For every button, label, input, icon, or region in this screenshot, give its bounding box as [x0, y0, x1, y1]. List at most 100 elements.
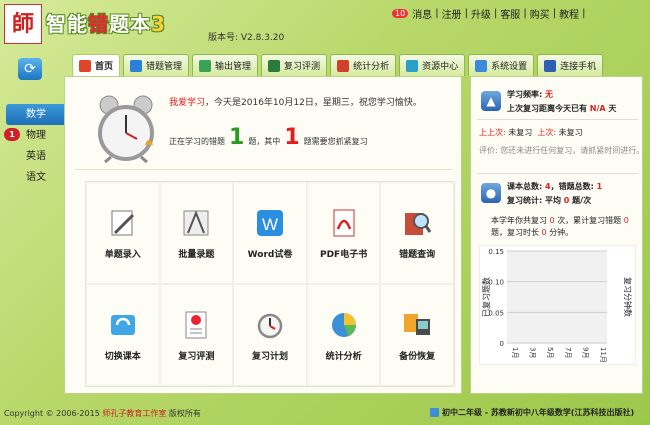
title-em: 错: [88, 12, 109, 36]
messages-link[interactable]: 消息: [412, 6, 432, 21]
subject-item[interactable]: 语文: [6, 167, 66, 188]
review-stats-line: 复习统计: 平均 0 题/次: [507, 195, 591, 206]
function-pdf[interactable]: PDF电子书: [306, 182, 381, 284]
x-tick-label: 7月: [564, 347, 572, 358]
x-tick-label: 1月: [511, 347, 519, 358]
function-pie-chart[interactable]: 统计分析: [306, 284, 381, 386]
app-title: 智能错题本3: [46, 8, 166, 37]
register-link[interactable]: 注册: [442, 6, 462, 21]
divider: [477, 173, 638, 174]
y-tick-label: 0: [500, 340, 504, 348]
wrong-total-label: 错题总数:: [558, 182, 594, 191]
upgrade-link[interactable]: 升级: [471, 6, 491, 21]
function-search-book[interactable]: 错题查询: [380, 182, 454, 284]
function-label: 复习计划: [251, 351, 288, 362]
board-icon: [268, 59, 281, 72]
x-tick-label: 5月: [546, 347, 554, 358]
review-frequency-icon: ▲: [481, 91, 501, 111]
subject-label: 物理: [26, 130, 46, 141]
function-single-entry[interactable]: 单题录入: [86, 182, 160, 284]
separator: |: [493, 8, 498, 19]
prev1-label: 上上次:: [479, 128, 506, 137]
prev2-label: 上次:: [537, 128, 557, 137]
home-icon: [79, 59, 91, 72]
subject-label: 数学: [26, 109, 46, 120]
previous-reviews: 上上次: 未复习 上次: 未复习: [479, 127, 583, 138]
switch-subject-icon[interactable]: ⟳: [18, 58, 42, 80]
average-value: 0: [563, 196, 570, 205]
buy-link[interactable]: 购买: [530, 6, 550, 21]
separator: |: [435, 8, 439, 19]
review-test-icon: [180, 309, 212, 341]
function-switch-book[interactable]: 切换课本: [86, 284, 160, 386]
switch-book-icon: [107, 309, 139, 341]
prev1-value: 未复习: [508, 128, 533, 137]
word-icon: W: [254, 207, 286, 239]
review-stats-panel: ▲ 学习频率: 无 上次复习距离今天已有 N/A 天 上上次: 未复习 上次: …: [470, 76, 644, 394]
year-summary: 本学年你共复习 0 次，累计复习错题 0 题，复习时长 0 分钟。: [491, 215, 637, 239]
subject-item[interactable]: 1 物理: [4, 125, 66, 146]
tab-board[interactable]: 复习评测: [261, 54, 328, 76]
tab-resource[interactable]: 资源中心: [399, 54, 466, 76]
title-num: 3: [151, 12, 166, 36]
review-stats-label: 复习统计:: [507, 196, 543, 205]
single-entry-icon: [107, 207, 139, 239]
function-word[interactable]: W Word试卷: [233, 182, 307, 284]
function-label: 单题录入: [104, 249, 141, 260]
rights-text: 版权所有: [168, 409, 201, 418]
x-tick-label: 11月: [599, 347, 607, 363]
subject-item[interactable]: 数学: [6, 104, 66, 125]
backup-icon: [401, 309, 433, 341]
function-backup[interactable]: 备份恢复: [380, 284, 454, 386]
title-rest: 题本: [109, 12, 151, 36]
function-label: 批量录题: [178, 249, 215, 260]
top-links: 10 消息 | 注册 | 升级 | 客服 | 购买 | 教程 |: [392, 6, 585, 21]
frequency-label: 学习频率:: [507, 90, 543, 99]
function-review-test[interactable]: 复习评测: [159, 284, 234, 386]
chart-icon: [337, 59, 350, 72]
tab-home[interactable]: 首页: [72, 54, 121, 76]
tab-label: 首页: [95, 62, 114, 72]
tab-phone[interactable]: 连接手机: [537, 54, 604, 76]
frequency-line: 学习频率: 无: [507, 89, 553, 100]
summary-time: 0: [541, 228, 547, 237]
copyright-text: Copyright © 2006-2015: [4, 409, 100, 418]
service-link[interactable]: 客服: [500, 6, 520, 21]
tab-output[interactable]: 输出管理: [192, 54, 259, 76]
book-icon: [430, 408, 439, 417]
pdf-icon: [328, 207, 360, 239]
x-tick-label: 9月: [581, 347, 589, 358]
tab-label: 系统设置: [491, 62, 528, 72]
frequency-value: 无: [545, 90, 553, 99]
version-label: 版本号: V2.8.3.20: [208, 33, 285, 43]
separator: |: [464, 8, 468, 19]
tab-edit[interactable]: 错题管理: [123, 54, 190, 76]
learning-mid: 题，其中: [248, 137, 281, 146]
current-book[interactable]: 初中二年级 - 苏教新初中八年级数学(江苏科技出版社): [430, 407, 634, 418]
function-label: 错题查询: [399, 249, 436, 260]
home-panel: 我爱学习，今天是2016年10月12日，星期三，祝您学习愉快。 正在学习的错题 …: [64, 76, 462, 394]
tutorial-link[interactable]: 教程: [559, 6, 579, 21]
tab-settings[interactable]: 系统设置: [468, 54, 535, 76]
last-review-label: 上次复习距离今天已有: [507, 104, 587, 113]
output-icon: [199, 59, 212, 72]
last-review-value: N/A: [589, 104, 606, 113]
current-book-label: 初中二年级 - 苏教新初中八年级数学(江苏科技出版社): [442, 408, 635, 417]
greeting-message: ，今天是2016年10月12日，星期三，祝您学习愉快。: [205, 98, 422, 108]
tab-label: 资源中心: [422, 62, 459, 72]
urgent-count: 1: [284, 125, 300, 150]
summary-text: 题，复习时长: [491, 228, 539, 237]
x-tick-label: 3月: [529, 347, 537, 358]
subject-item[interactable]: 英语: [6, 146, 66, 167]
review-chart: 0.150.100.050 1月 3月 5月 7月 9月 11月 已复习题数 复习分钟数: [479, 245, 636, 365]
function-plan-clock[interactable]: 复习计划: [233, 284, 307, 386]
tab-chart[interactable]: 统计分析: [330, 54, 397, 76]
edit-icon: [130, 59, 143, 72]
last-review-line: 上次复习距离今天已有 N/A 天: [507, 103, 616, 114]
function-label: 切换课本: [104, 351, 141, 362]
subject-label: 英语: [26, 151, 46, 162]
studio-link[interactable]: 师孔子教育工作室: [102, 409, 166, 418]
function-batch-entry[interactable]: 批量录题: [159, 182, 234, 284]
prev2-value: 未复习: [558, 128, 583, 137]
summary-wrong: 0: [623, 216, 629, 225]
